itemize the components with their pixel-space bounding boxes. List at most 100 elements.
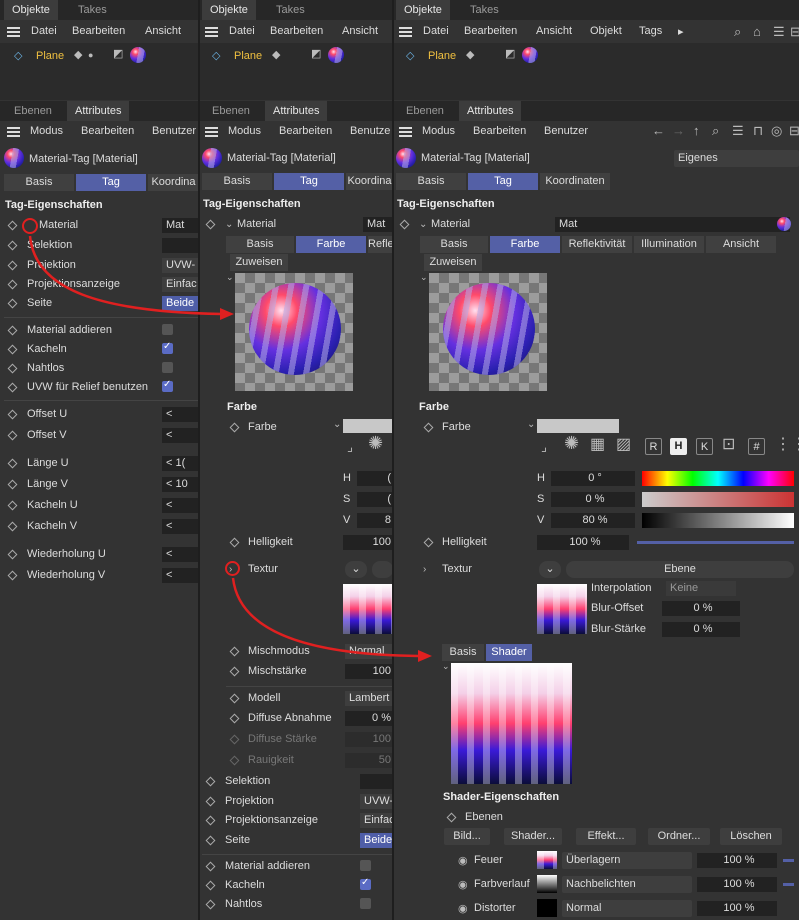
tab-objekte[interactable]: Objekte bbox=[202, 0, 256, 20]
layer-mode-dropdown[interactable]: Normal bbox=[562, 900, 692, 917]
menu-modus[interactable]: Modus bbox=[228, 125, 261, 137]
anim-key-icon[interactable] bbox=[7, 240, 18, 251]
filter-icon[interactable]: ☰ bbox=[732, 124, 744, 137]
anim-key-icon[interactable] bbox=[205, 899, 216, 910]
textur-ebene-button[interactable]: Ebene bbox=[566, 561, 794, 578]
color-swatch[interactable] bbox=[343, 419, 393, 433]
anim-key-icon[interactable] bbox=[7, 344, 18, 355]
hue-slider[interactable] bbox=[642, 471, 794, 486]
anim-key-icon[interactable] bbox=[205, 776, 216, 787]
field-laenge-u[interactable]: < 1( bbox=[162, 456, 199, 471]
effekt-button[interactable]: Effekt... bbox=[576, 828, 636, 845]
anim-key-icon[interactable] bbox=[7, 298, 18, 309]
field-seite[interactable]: Beide bbox=[360, 833, 393, 848]
menu-modus[interactable]: Modus bbox=[30, 125, 63, 137]
menu-bearbeiten[interactable]: Bearbeiten bbox=[81, 125, 134, 137]
tab-attributes[interactable]: Attributes bbox=[265, 101, 328, 121]
color-wheel-icon[interactable]: ✺ bbox=[368, 434, 383, 452]
field-modell[interactable]: Lambert bbox=[345, 691, 393, 706]
anim-key-icon[interactable] bbox=[7, 430, 18, 441]
layer-opacity-slider[interactable] bbox=[783, 859, 794, 862]
options-icon[interactable]: ⊟ bbox=[789, 124, 799, 137]
menu-bearbeiten[interactable]: Bearbeiten bbox=[72, 25, 125, 37]
hamburger-icon[interactable] bbox=[205, 27, 218, 37]
textur-dropdown[interactable]: ⌄ bbox=[539, 561, 561, 578]
subtab-basis[interactable]: Basis bbox=[396, 173, 466, 190]
field-material[interactable]: Mat bbox=[363, 217, 393, 232]
chevron-right-icon[interactable]: › bbox=[229, 563, 232, 576]
textur-dropdown[interactable]: ⌄ bbox=[345, 561, 367, 578]
spectrum-icon[interactable]: ▦ bbox=[590, 437, 605, 453]
hamburger-icon[interactable] bbox=[205, 127, 218, 137]
chevron-right-icon[interactable]: › bbox=[423, 563, 426, 576]
anim-key-icon[interactable] bbox=[399, 219, 410, 230]
subtab-basis[interactable]: Basis bbox=[4, 174, 74, 191]
field-mischstaerke[interactable]: 100 bbox=[345, 664, 393, 679]
menu-benutzer[interactable]: Benutze bbox=[350, 125, 390, 137]
anim-key-icon[interactable] bbox=[7, 363, 18, 374]
checkbox-nahtlos[interactable] bbox=[360, 898, 371, 909]
chevron-down-icon[interactable]: ⌄ bbox=[527, 418, 535, 431]
tab-objekte[interactable]: Objekte bbox=[4, 0, 58, 20]
object-name[interactable]: Plane bbox=[428, 50, 456, 62]
mattab-ansicht[interactable]: Ansicht bbox=[706, 236, 776, 253]
chevron-down-icon[interactable]: ⌄ bbox=[419, 218, 427, 231]
loeschen-button[interactable]: Löschen bbox=[720, 828, 782, 845]
tab-takes[interactable]: Takes bbox=[70, 0, 115, 20]
anim-key-icon[interactable] bbox=[7, 549, 18, 560]
filter-icon[interactable]: ☰ bbox=[773, 25, 785, 38]
saturation-slider[interactable] bbox=[642, 492, 794, 507]
menu-ansicht[interactable]: Ansicht bbox=[536, 25, 572, 37]
arrow-right-icon[interactable]: → bbox=[672, 124, 685, 137]
checkbox-material-addieren[interactable] bbox=[162, 324, 173, 335]
field-interpolation[interactable]: Keine bbox=[666, 581, 736, 596]
bild-button[interactable]: Bild... bbox=[444, 828, 490, 845]
anim-key-icon[interactable] bbox=[7, 521, 18, 532]
options-icon[interactable]: ⊟ bbox=[790, 25, 799, 38]
mattab-illumination[interactable]: Illumination bbox=[634, 236, 704, 253]
field-helligkeit[interactable]: 100 bbox=[343, 535, 393, 550]
chevron-down-icon[interactable]: ⌄ bbox=[420, 271, 428, 284]
field-offset-u[interactable]: < bbox=[162, 407, 199, 422]
anim-key-icon[interactable] bbox=[7, 325, 18, 336]
shader-tab-basis[interactable]: Basis bbox=[442, 644, 484, 661]
anim-key-icon[interactable] bbox=[7, 220, 18, 231]
menu-modus[interactable]: Modus bbox=[422, 125, 455, 137]
layer-name[interactable]: Farbverlauf bbox=[474, 878, 530, 890]
anim-key-icon[interactable] bbox=[7, 279, 18, 290]
home-icon[interactable]: ⌂ bbox=[753, 25, 761, 38]
field-wiederholung-u[interactable]: < bbox=[162, 547, 199, 562]
mattab-basis[interactable]: Basis bbox=[226, 236, 294, 253]
subtab-koordinaten[interactable]: Koordina bbox=[346, 173, 393, 190]
material-tag-icon[interactable] bbox=[130, 47, 146, 63]
tab-ebenen[interactable]: Ebenen bbox=[398, 101, 452, 121]
anim-key-icon[interactable] bbox=[229, 646, 240, 657]
texture-tag-icon[interactable]: ◩ bbox=[311, 48, 321, 61]
menu-benutzer[interactable]: Benutzer bbox=[152, 125, 196, 137]
anim-key-icon[interactable] bbox=[423, 537, 434, 548]
field-projektionsanzeige[interactable]: Einfac bbox=[162, 277, 199, 292]
menu-bearbeiten[interactable]: Bearbeiten bbox=[270, 25, 323, 37]
field-h[interactable]: 0 ° bbox=[551, 471, 635, 486]
menu-ansicht[interactable]: Ansicht bbox=[342, 25, 378, 37]
chevron-down-icon[interactable]: ⌄ bbox=[442, 660, 450, 673]
image-icon[interactable]: ▨ bbox=[616, 437, 631, 453]
layer-opacity-slider[interactable] bbox=[783, 883, 794, 886]
anim-key-icon[interactable] bbox=[446, 812, 457, 823]
anim-key-icon[interactable] bbox=[205, 219, 216, 230]
value-slider[interactable] bbox=[642, 513, 794, 528]
menu-datei[interactable]: Datei bbox=[229, 25, 255, 37]
anim-key-icon[interactable] bbox=[7, 479, 18, 490]
menu-bearbeiten[interactable]: Bearbeiten bbox=[473, 125, 526, 137]
swatches-icon[interactable]: ⋮⋮ bbox=[775, 437, 799, 453]
eye-icon[interactable]: ◉ bbox=[458, 855, 468, 868]
anim-key-icon[interactable] bbox=[7, 458, 18, 469]
mattab-farbe[interactable]: Farbe bbox=[490, 236, 560, 253]
object-name[interactable]: Plane bbox=[234, 50, 262, 62]
anim-key-icon[interactable] bbox=[423, 422, 434, 433]
hamburger-icon[interactable] bbox=[399, 127, 412, 137]
anim-key-icon[interactable] bbox=[7, 409, 18, 420]
subtab-tag[interactable]: Tag bbox=[468, 173, 538, 190]
mattab-zuweisen[interactable]: Zuweisen bbox=[424, 254, 482, 271]
mode-k-button[interactable]: K bbox=[696, 438, 713, 455]
